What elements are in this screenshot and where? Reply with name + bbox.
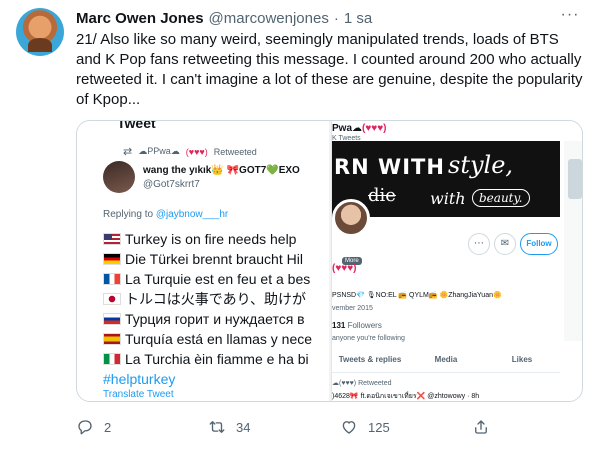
like-count: 125 bbox=[368, 419, 390, 435]
followers-count: 131 bbox=[332, 321, 346, 330]
reply-button[interactable]: 2 bbox=[76, 414, 111, 440]
embedded-retweet-line: ⇄ ☁PPwa☁ (♥♥♥) Retweeted bbox=[123, 145, 257, 158]
share-button[interactable] bbox=[472, 414, 490, 440]
profile-known-followers: anyone you're following bbox=[332, 335, 405, 342]
embedded-name: wang the yıkık👑 🎀GOT7💚EXO bbox=[143, 165, 300, 176]
author-name[interactable]: Marc Owen Jones bbox=[76, 10, 204, 27]
france-flag-icon bbox=[103, 273, 121, 285]
embedded-replying-to: Replying to @jaybnow___hr bbox=[103, 209, 228, 220]
profile-more-icon: ⋯ bbox=[468, 233, 490, 255]
profile-tweet-line: )4628🎀 ft.ดอนิกเจเขาเที่ยร❌ @zhtowowy · … bbox=[332, 393, 480, 400]
profile-joined: vember 2015 bbox=[332, 305, 373, 312]
reply-icon bbox=[78, 420, 92, 435]
japan-flag-icon bbox=[103, 293, 121, 305]
media-image-left[interactable]: Tweet ⇄ ☁PPwa☁ (♥♥♥) Retweeted wang the … bbox=[77, 121, 329, 401]
embedded-handle: @Got7skrrt7 bbox=[143, 179, 200, 190]
profile-tab: Media bbox=[434, 355, 458, 364]
tweet-timestamp[interactable]: 1 sa bbox=[344, 10, 372, 27]
message-line: Турция горит и нуждается в bbox=[103, 309, 329, 329]
author-avatar[interactable] bbox=[16, 8, 64, 56]
author-handle[interactable]: @marcowenjones bbox=[209, 10, 329, 27]
share-icon bbox=[475, 420, 487, 434]
banner-text: beauty. bbox=[472, 189, 530, 207]
media-image-right[interactable]: Pwa☁(♥♥♥) K Tweets RN WITH style, die wi… bbox=[331, 121, 582, 401]
embedded-avatar bbox=[103, 161, 135, 193]
reply-count: 2 bbox=[104, 419, 112, 435]
tweet-media[interactable]: Tweet ⇄ ☁PPwa☁ (♥♥♥) Retweeted wang the … bbox=[76, 120, 583, 402]
spain-flag-icon bbox=[103, 333, 121, 345]
message-line: Die Türkei brennt braucht Hil bbox=[103, 249, 329, 269]
profile-tab: Likes bbox=[511, 355, 533, 364]
germany-flag-icon bbox=[103, 253, 121, 265]
message-line: トルコは火事であり、助けが bbox=[103, 289, 329, 309]
banner-text: with bbox=[430, 189, 466, 208]
replying-prefix: Replying to bbox=[103, 209, 154, 220]
profile-tab: Tweets & replies bbox=[338, 355, 402, 364]
tweet[interactable]: Marc Owen Jones @marcowenjones · 1 sa ··… bbox=[0, 0, 600, 454]
profile-follow-button: Follow bbox=[520, 233, 558, 255]
embedded-retweet-label: Retweeted bbox=[213, 146, 257, 157]
tweet-text: 21/ Also like so many weird, seemingly m… bbox=[76, 31, 583, 108]
replying-link: @jaybnow___hr bbox=[155, 209, 229, 220]
russia-flag-icon bbox=[103, 313, 121, 325]
message-line: Turquía está en llamas y nece bbox=[103, 329, 329, 349]
profile-avatar bbox=[332, 199, 370, 237]
profile-bio: PSNSD💎 🎙NO:EL 📻 QYLM📻 🌼ZhangJiaYuan🌼 bbox=[332, 292, 502, 299]
tweet-header: Marc Owen Jones @marcowenjones · 1 sa bbox=[76, 8, 372, 28]
more-options-icon[interactable]: ··· bbox=[558, 6, 582, 26]
followers-label: Followers bbox=[347, 321, 382, 330]
banner-text: RN WITH bbox=[334, 155, 445, 179]
retweet-count: 34 bbox=[236, 419, 251, 435]
profile-display-name: (♥♥♥) bbox=[332, 263, 357, 274]
message-line: La Turquie est en feu et a bes bbox=[103, 269, 329, 289]
tweet-actions: 2 34 125 bbox=[76, 414, 586, 440]
heart-icon bbox=[342, 421, 356, 434]
embedded-hashtag: #helpturkey bbox=[103, 371, 176, 387]
profile-stats: 131 Followers bbox=[332, 321, 382, 330]
banner-text: die bbox=[368, 185, 396, 206]
us-flag-icon bbox=[103, 233, 121, 245]
header-separator: · bbox=[333, 9, 339, 27]
embedded-message: Turkey is on fire needs help Die Türkei … bbox=[103, 229, 329, 389]
banner-text: style, bbox=[448, 151, 514, 179]
italy-flag-icon bbox=[103, 353, 121, 365]
profile-retweet-line: ☁(♥♥♥) Retweeted bbox=[332, 380, 392, 387]
embedded-page-title: Tweet bbox=[117, 121, 156, 131]
embedded-retweeter: ☁PPwa☁ bbox=[138, 146, 180, 156]
message-line: La Turchia èin fiamme e ha bi bbox=[103, 349, 329, 369]
profile-name: Pwa☁(♥♥♥) bbox=[332, 123, 387, 134]
profile-side-strip bbox=[564, 141, 582, 341]
retweet-button[interactable]: 34 bbox=[208, 414, 250, 440]
message-line: Turkey is on fire needs help bbox=[103, 229, 329, 249]
retweet-icon: ⇄ bbox=[123, 146, 133, 158]
retweet-icon bbox=[209, 421, 225, 433]
like-button[interactable]: 125 bbox=[340, 414, 390, 440]
embedded-retweeter-hearts: (♥♥♥) bbox=[185, 146, 208, 157]
embedded-translate-link: Translate Tweet bbox=[103, 389, 174, 400]
profile-mail-icon: ✉ bbox=[494, 233, 516, 255]
profile-tabs: Tweets & replies Media Likes bbox=[332, 347, 560, 373]
